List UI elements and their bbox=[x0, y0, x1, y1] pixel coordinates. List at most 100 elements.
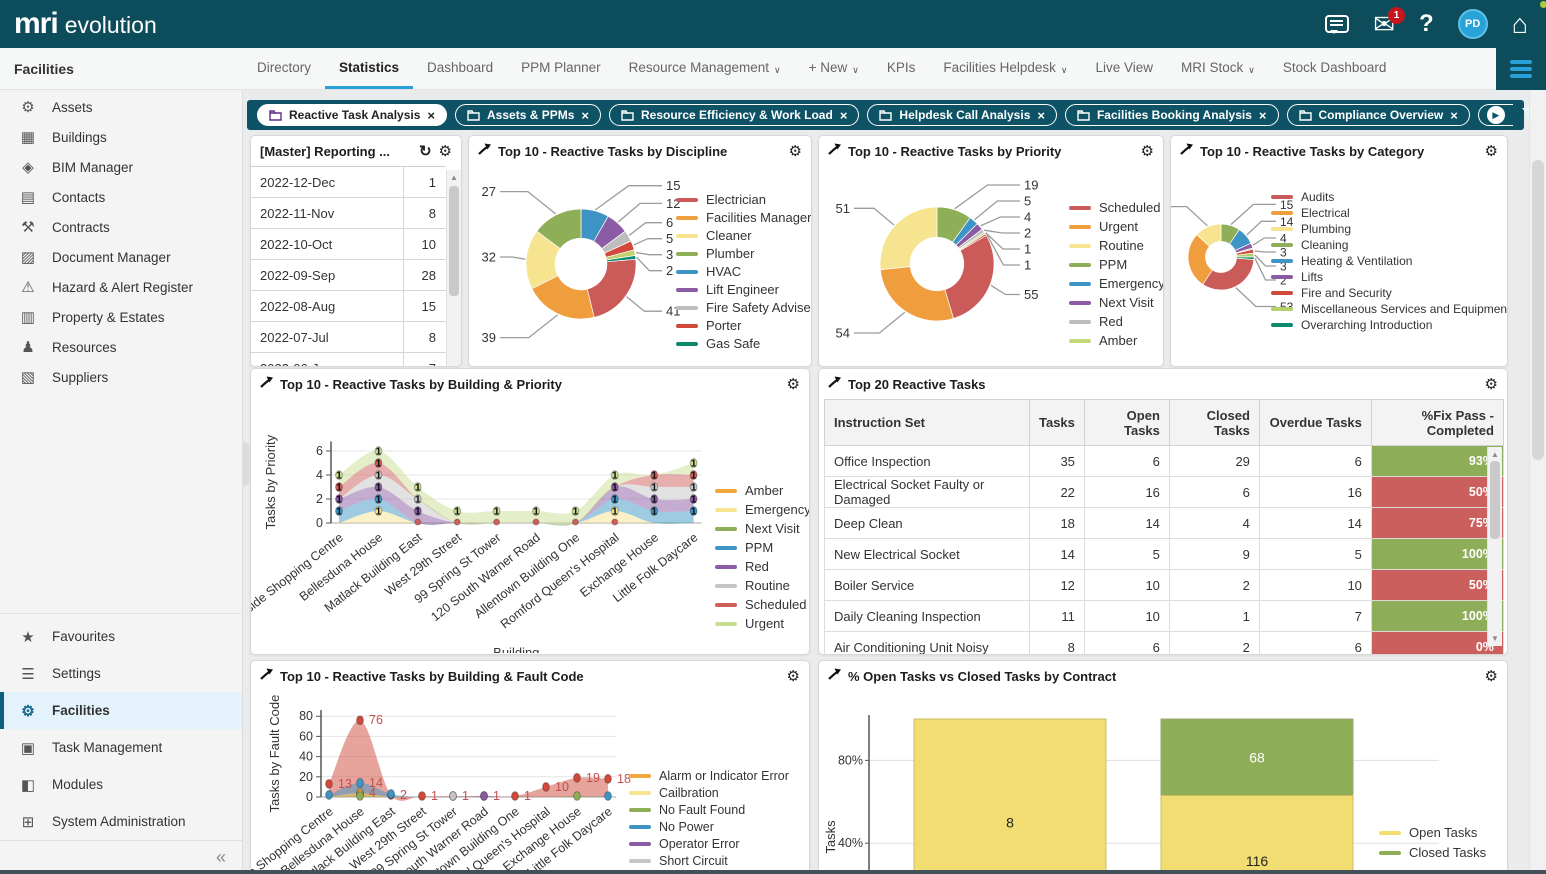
gear-icon[interactable]: ⚙ bbox=[787, 377, 800, 392]
close-icon[interactable]: × bbox=[1450, 108, 1458, 123]
report-period-row[interactable]: 2022-06-Jun7 bbox=[251, 353, 446, 366]
pie-slice[interactable] bbox=[879, 266, 954, 322]
data-point[interactable] bbox=[542, 781, 550, 792]
table-row[interactable]: Daily Cleaning Inspection 11 10 1 7 100% bbox=[824, 600, 1504, 632]
column-header[interactable]: Overdue Tasks bbox=[1258, 399, 1372, 446]
report-period-row[interactable]: 2022-08-Aug 15 bbox=[251, 291, 446, 322]
sidebar-item-facilities[interactable]: ⚙ Facilities bbox=[0, 692, 242, 729]
report-period-row[interactable]: 2022-11-Nov 8 bbox=[251, 198, 446, 229]
nav-tab-resource-management[interactable]: Resource Management ∨ bbox=[615, 48, 795, 89]
nav-tab-kpis[interactable]: KPIs bbox=[873, 48, 930, 89]
column-header[interactable]: Tasks bbox=[1029, 399, 1085, 446]
pie-slice[interactable] bbox=[879, 206, 938, 270]
master-scrollbar[interactable]: ▲ ▼ bbox=[446, 170, 461, 366]
nav-tab-facilities-helpdesk[interactable]: Facilities Helpdesk ∨ bbox=[929, 48, 1081, 89]
pie-slice[interactable] bbox=[944, 235, 995, 319]
dashboard-tab-assets-ppms[interactable]: Assets & PPMs × bbox=[455, 104, 601, 126]
data-point[interactable] bbox=[387, 789, 395, 799]
sidebar-collapse-button[interactable]: « bbox=[0, 840, 242, 874]
data-point[interactable] bbox=[511, 791, 519, 801]
sidebar-item-favourites[interactable]: ★ Favourites bbox=[0, 618, 242, 655]
nav-tab-live-view[interactable]: Live View bbox=[1081, 48, 1167, 89]
data-point[interactable] bbox=[573, 772, 581, 783]
gear-icon[interactable]: ⚙ bbox=[1485, 377, 1498, 392]
chat-icon[interactable] bbox=[1325, 15, 1350, 34]
dashboard-tab-helpdesk-call-analysis[interactable]: Helpdesk Call Analysis × bbox=[867, 104, 1057, 126]
table-row[interactable]: Electrical Socket Faulty or Damaged 22 16 6… bbox=[824, 476, 1504, 508]
sidebar-item-bim-manager[interactable]: ◈ BIM Manager bbox=[0, 152, 242, 182]
sidebar-item-contacts[interactable]: ▤ Contacts bbox=[0, 182, 242, 212]
sidebar-item-suppliers[interactable]: ▧ Suppliers bbox=[0, 362, 242, 392]
scroll-down-icon[interactable]: ▼ bbox=[1488, 634, 1502, 643]
report-period-row[interactable]: 2022-12-Dec 1 bbox=[251, 167, 446, 198]
pie-slice[interactable] bbox=[586, 258, 637, 318]
table-row[interactable]: Office Inspection 35 6 29 6 93% bbox=[824, 445, 1504, 477]
nav-tab-mri-stock[interactable]: MRI Stock ∨ bbox=[1167, 48, 1269, 89]
column-header[interactable]: Closed Tasks bbox=[1168, 399, 1260, 446]
report-period-row[interactable]: 2022-07-Jul 8 bbox=[251, 322, 446, 353]
nav-tab-statistics[interactable]: Statistics bbox=[325, 48, 414, 89]
column-header[interactable]: Instruction Set bbox=[824, 399, 1030, 446]
open-tasks-bar-segment[interactable] bbox=[913, 718, 1107, 874]
pie-slice[interactable] bbox=[1202, 257, 1255, 291]
data-point[interactable] bbox=[604, 773, 612, 784]
close-icon[interactable]: × bbox=[1037, 108, 1045, 123]
report-period-row[interactable]: 2022-09-Sep 28 bbox=[251, 260, 446, 291]
gear-icon[interactable]: ⚙ bbox=[789, 144, 802, 159]
page-scrollbar[interactable] bbox=[1529, 90, 1546, 874]
data-point[interactable] bbox=[604, 791, 612, 801]
dashboard-tab-facilities-booking-analysis[interactable]: Facilities Booking Analysis × bbox=[1064, 104, 1279, 126]
column-header[interactable]: %Fix Pass - Completed bbox=[1370, 399, 1504, 446]
data-point[interactable] bbox=[418, 791, 426, 801]
table-row[interactable]: Boiler Service 12 10 2 10 50% bbox=[824, 569, 1504, 601]
data-point[interactable] bbox=[449, 791, 457, 801]
data-point[interactable] bbox=[356, 715, 364, 726]
nav-tab-dashboard[interactable]: Dashboard bbox=[413, 48, 507, 89]
menu-icon[interactable] bbox=[1510, 60, 1532, 78]
table-scrollbar[interactable]: ▲ ▼ bbox=[1487, 447, 1502, 646]
close-icon[interactable]: × bbox=[581, 108, 589, 123]
gear-icon[interactable]: ⚙ bbox=[787, 669, 800, 684]
nav-tab--new[interactable]: + New ∨ bbox=[795, 48, 873, 89]
home-icon[interactable]: ⌂ bbox=[1512, 10, 1528, 38]
data-point[interactable] bbox=[325, 790, 333, 800]
refresh-icon[interactable]: ↻ bbox=[419, 144, 432, 159]
sidebar-item-document-manager[interactable]: ▨ Document Manager bbox=[0, 242, 242, 272]
sidebar-item-system-administration[interactable]: ⊞ System Administration bbox=[0, 803, 242, 840]
gear-icon[interactable]: ⚙ bbox=[1485, 669, 1498, 684]
report-period-row[interactable]: 2022-10-Oct 10 bbox=[251, 229, 446, 260]
sidebar-item-resources[interactable]: ♟ Resources bbox=[0, 332, 242, 362]
close-icon[interactable]: × bbox=[1259, 108, 1267, 123]
notifications-button[interactable]: ✉ 1 bbox=[1373, 6, 1406, 38]
help-icon[interactable]: ? bbox=[1419, 10, 1434, 38]
dashboard-tab-reactive-task-analysis[interactable]: Reactive Task Analysis × bbox=[257, 104, 448, 126]
scroll-up-icon[interactable]: ▲ bbox=[1488, 450, 1502, 459]
sidebar-item-task-management[interactable]: ▣ Task Management bbox=[0, 729, 242, 766]
nav-tab-stock-dashboard[interactable]: Stock Dashboard bbox=[1269, 48, 1401, 89]
data-point[interactable] bbox=[325, 778, 333, 789]
gear-icon[interactable]: ⚙ bbox=[439, 144, 452, 159]
gear-icon[interactable]: ⚙ bbox=[1141, 144, 1154, 159]
dashboard-tab-compliance-overview[interactable]: Compliance Overview × bbox=[1286, 104, 1470, 126]
data-point[interactable] bbox=[356, 777, 364, 788]
table-row[interactable]: Deep Clean 18 14 4 14 75% bbox=[824, 507, 1504, 539]
column-header[interactable]: Open Tasks bbox=[1083, 399, 1170, 446]
sidebar-item-hazard-alert-register[interactable]: ⚠ Hazard & Alert Register bbox=[0, 272, 242, 302]
table-row[interactable]: New Electrical Socket 14 5 9 5 100% bbox=[824, 538, 1504, 570]
play-icon[interactable]: ▶ bbox=[1486, 106, 1505, 124]
data-point[interactable] bbox=[573, 791, 581, 801]
sidebar-item-property-estates[interactable]: ▥ Property & Estates bbox=[0, 302, 242, 332]
table-row[interactable]: Air Conditioning Unit Noisy 8 6 2 6 0% bbox=[824, 631, 1504, 654]
sidebar-item-modules[interactable]: ◧ Modules bbox=[0, 766, 242, 803]
sidebar-item-buildings[interactable]: ▦ Buildings bbox=[0, 122, 242, 152]
gear-icon[interactable]: ⚙ bbox=[1485, 144, 1498, 159]
close-icon[interactable]: × bbox=[840, 108, 848, 123]
scroll-up-icon[interactable]: ▲ bbox=[447, 173, 461, 182]
data-point[interactable] bbox=[356, 791, 364, 801]
sidebar-item-settings[interactable]: ☰ Settings bbox=[0, 655, 242, 692]
dashboard-tab-resource-efficiency-work-load[interactable]: Resource Efficiency & Work Load × bbox=[608, 104, 860, 126]
close-icon[interactable]: × bbox=[427, 108, 435, 123]
sidebar-item-contracts[interactable]: ⚒ Contracts bbox=[0, 212, 242, 242]
data-point[interactable] bbox=[480, 791, 488, 801]
nav-tab-directory[interactable]: Directory bbox=[243, 48, 325, 89]
